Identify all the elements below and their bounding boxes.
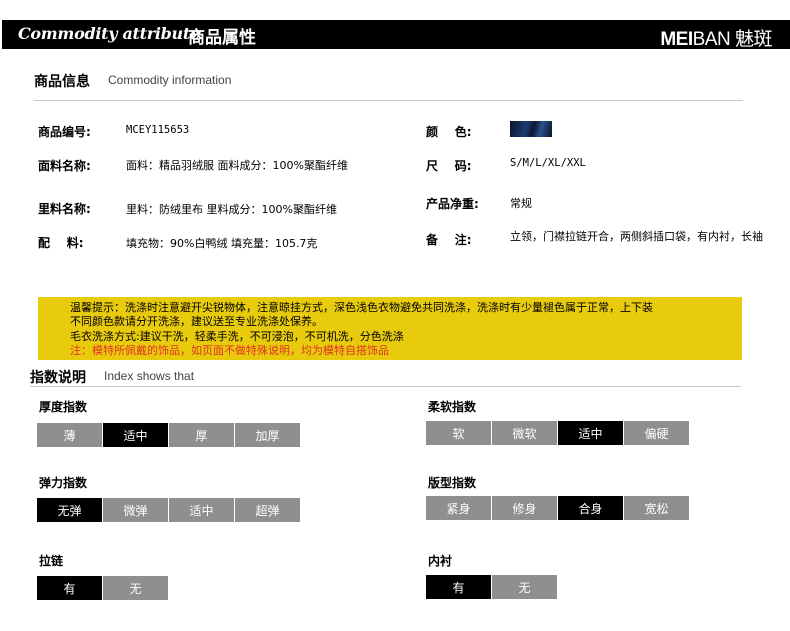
fit-option-regular: 合身 xyxy=(558,496,623,520)
product-code-label: 商品编号: xyxy=(38,125,91,139)
fabric-name-label: 面料名称: xyxy=(38,159,91,173)
thickness-option-medium: 适中 xyxy=(103,423,168,447)
care-notice-box: 温馨提示：洗涤时注意避开尖锐物体，注意晾挂方式，深色浅色衣物避免共同洗涤，洗涤时… xyxy=(38,297,742,360)
header-title-cn: 商品属性 xyxy=(188,28,256,48)
fit-index-title: 版型指数 xyxy=(428,476,477,490)
commodity-info-heading-cn: 商品信息 xyxy=(34,74,90,90)
lining-name-value: 里料：防绒里布 里料成分：100%聚酯纤维 xyxy=(126,203,337,216)
size-value: S/M/L/XL/XXL xyxy=(510,157,586,169)
softness-option-medium: 适中 xyxy=(558,421,623,445)
lining-option-yes: 有 xyxy=(426,575,491,599)
thickness-option-thick: 厚 xyxy=(169,423,234,447)
logo-mark-cn: 魅斑 xyxy=(734,29,773,50)
size-label: 尺 码: xyxy=(426,159,472,173)
thickness-option-extra-thick: 加厚 xyxy=(235,423,300,447)
elasticity-option-slight: 微弹 xyxy=(103,498,168,522)
fit-option-slim: 修身 xyxy=(492,496,557,520)
section-divider xyxy=(34,100,743,101)
notice-line-4: 注：模特所佩戴的饰品，如页面不做特殊说明，均为模特自搭饰品 xyxy=(70,344,389,357)
net-weight-label: 产品净重: xyxy=(426,197,479,211)
fit-option-loose: 宽松 xyxy=(624,496,689,520)
header-bar: Commodity attribute 商品属性 MEIBAN 魅斑 xyxy=(2,20,790,51)
net-weight-value: 常规 xyxy=(510,197,532,210)
remarks-label: 备 注: xyxy=(426,233,472,247)
brand-logo: MEIBAN 魅斑 xyxy=(660,24,772,51)
ingredients-label: 配 料: xyxy=(38,236,84,250)
lining-options: 有 无 xyxy=(426,575,558,599)
thickness-index-options: 薄 适中 厚 加厚 xyxy=(37,423,301,447)
softness-index-title: 柔软指数 xyxy=(428,400,477,414)
ingredients-value: 填充物：90%白鸭绒 填充量：105.7克 xyxy=(126,237,318,250)
elasticity-option-super: 超弹 xyxy=(235,498,300,522)
index-heading-en: Index shows that xyxy=(104,369,195,383)
logo-mark-bold: MEI xyxy=(660,29,693,50)
color-swatch xyxy=(510,121,552,137)
softness-option-soft: 软 xyxy=(426,421,491,445)
lining-name-label: 里料名称: xyxy=(38,202,91,216)
softness-option-slightly-soft: 微软 xyxy=(492,421,557,445)
lining-title: 内衬 xyxy=(428,554,453,568)
notice-line-2: 不同颜色款请分开洗涤，建议送至专业洗涤处保养。 xyxy=(70,315,323,328)
notice-line-3: 毛衣洗涤方式:建议干洗，轻柔手洗，不可浸泡，不可机洗，分色洗涤 xyxy=(70,330,404,343)
fit-option-tight: 紧身 xyxy=(426,496,491,520)
elasticity-option-none: 无弹 xyxy=(37,498,102,522)
zipper-title: 拉链 xyxy=(39,554,64,568)
fabric-name-value: 面料：精品羽绒服 面料成分：100%聚酯纤维 xyxy=(126,159,348,172)
softness-index-options: 软 微软 适中 偏硬 xyxy=(426,421,690,445)
index-heading-cn: 指数说明 xyxy=(30,370,86,386)
elasticity-option-medium: 适中 xyxy=(169,498,234,522)
thickness-index-title: 厚度指数 xyxy=(39,400,88,414)
elasticity-index-title: 弹力指数 xyxy=(39,476,88,490)
index-divider xyxy=(30,386,741,387)
header-title-en: Commodity attribute xyxy=(18,24,200,43)
remarks-value: 立领，门襟拉链开合，两侧斜插口袋，有内衬，长袖 xyxy=(510,230,763,243)
softness-option-firm: 偏硬 xyxy=(624,421,689,445)
lining-option-no: 无 xyxy=(492,575,557,599)
commodity-info-heading-en: Commodity information xyxy=(108,73,232,87)
elasticity-index-options: 无弹 微弹 适中 超弹 xyxy=(37,498,301,522)
product-code-value: MCEY115653 xyxy=(126,124,190,136)
notice-line-1: 温馨提示：洗涤时注意避开尖锐物体，注意晾挂方式，深色浅色衣物避免共同洗涤，洗涤时… xyxy=(70,301,653,314)
fit-index-options: 紧身 修身 合身 宽松 xyxy=(426,496,690,520)
zipper-option-yes: 有 xyxy=(37,576,102,600)
zipper-option-no: 无 xyxy=(103,576,168,600)
thickness-option-thin: 薄 xyxy=(37,423,102,447)
zipper-options: 有 无 xyxy=(37,576,169,600)
color-label: 颜 色: xyxy=(426,125,472,139)
logo-mark-light: BAN xyxy=(692,29,731,50)
